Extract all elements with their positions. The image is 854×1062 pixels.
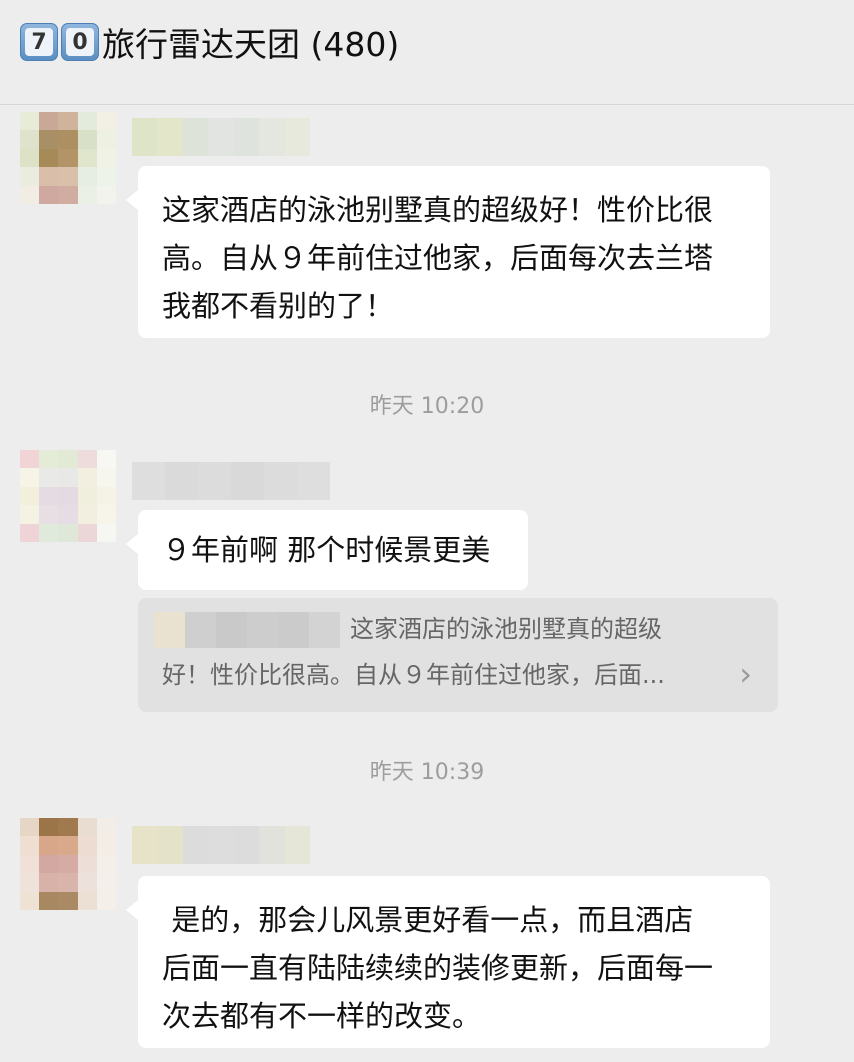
quoted-message[interactable]: 这家酒店的泳池别墅真的超级 好！性价比很高。自从９年前住过他家，后面... ›	[138, 598, 778, 712]
message-bubble[interactable]: 这家酒店的泳池别墅真的超级好！性价比很 高。自从９年前住过他家，后面每次去兰塔 …	[126, 166, 770, 338]
avatar[interactable]	[20, 112, 116, 204]
message-text-line: 次去都有不一样的改变。	[162, 999, 482, 1033]
message-text-line: 后面一直有陆陆续续的装修更新，后面每一	[162, 951, 714, 985]
quoted-text-line: 好！性价比很高。自从９年前住过他家，后面...	[162, 661, 665, 689]
sender-name-blurred	[132, 462, 330, 500]
group-name: 旅行雷达天团 (480)	[102, 25, 400, 64]
chat-title-wrap[interactable]: 7 0 旅行雷达天团 (480)	[20, 20, 399, 64]
timestamp: 昨天 10:20	[369, 394, 485, 419]
keycap-0-digit: 0	[66, 28, 94, 56]
avatar[interactable]	[20, 818, 116, 910]
sender-name-blurred	[132, 826, 310, 864]
quoted-sender-blurred	[154, 612, 340, 648]
quoted-text-line: 这家酒店的泳池别墅真的超级	[350, 615, 662, 643]
message-text-line: 是的，那会儿风景更好看一点，而且酒店	[162, 903, 694, 937]
keycap-0-emoji: 0	[61, 23, 99, 61]
message-bubble[interactable]: ９年前啊 那个时候景更美	[126, 510, 528, 590]
chat-header: 7 0 旅行雷达天团 (480)	[0, 0, 854, 105]
message-text-line: 我都不看别的了！	[162, 289, 395, 323]
chevron-right-icon: ›	[739, 655, 752, 693]
timestamp: 昨天 10:39	[369, 760, 485, 785]
message-bubble[interactable]: 是的，那会儿风景更好看一点，而且酒店 后面一直有陆陆续续的装修更新，后面每一 次…	[126, 876, 770, 1048]
message-text-line: 高。自从９年前住过他家，后面每次去兰塔	[162, 241, 714, 275]
message-text-line: ９年前啊 那个时候景更美	[162, 533, 491, 567]
keycap-7-digit: 7	[25, 28, 53, 56]
message-text-line: 这家酒店的泳池别墅真的超级好！性价比很	[162, 193, 714, 227]
sender-name-blurred	[132, 118, 310, 156]
avatar[interactable]	[20, 450, 116, 542]
keycap-7-emoji: 7	[20, 23, 58, 61]
